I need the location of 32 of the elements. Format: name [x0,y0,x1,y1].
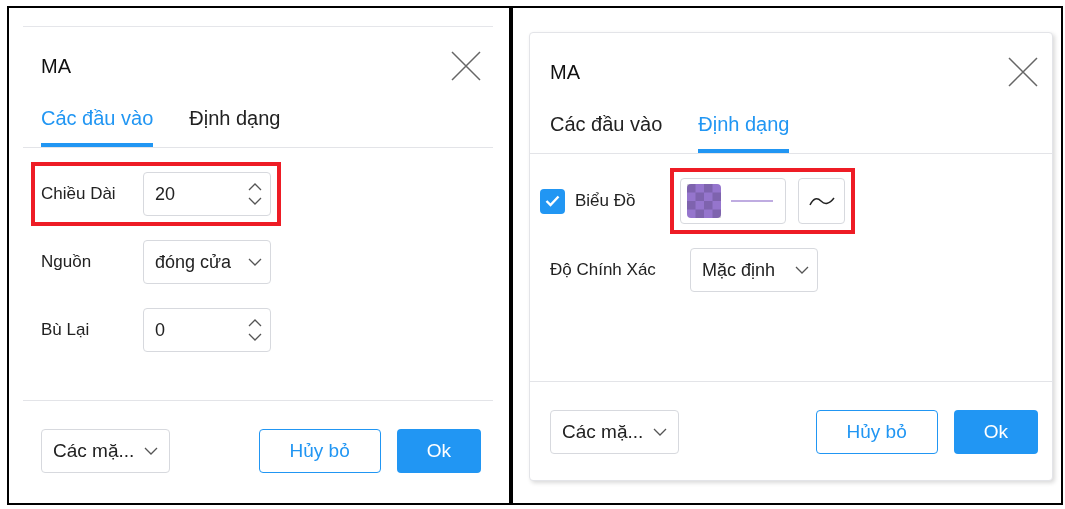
chevron-down-icon[interactable] [248,333,262,341]
chevron-down-icon[interactable] [248,258,262,266]
number-input[interactable]: 0 [143,308,271,352]
tab[interactable]: Định dạng [189,103,281,147]
close-icon[interactable] [451,51,481,81]
field-label: Độ Chính Xác [550,259,657,282]
checkbox[interactable] [540,188,565,214]
wave-icon [808,195,835,207]
dialog-title: MA [41,54,71,79]
chevron-down-icon[interactable] [653,428,668,436]
field-label: Nguồn [41,251,93,274]
color-picker-button[interactable] [680,178,786,224]
defaults-dropdown[interactable]: Các mặ... [550,410,680,454]
dialog-title: MA [550,60,580,85]
line-style-button[interactable] [798,178,845,224]
select-dropdown[interactable]: Mặc định [690,248,818,292]
tab[interactable]: Các đầu vào [550,109,663,153]
field-label: Chiều Dài [41,183,117,206]
select-dropdown[interactable]: đóng cửa [143,240,271,284]
chevron-up-icon[interactable] [248,183,262,191]
chevron-down-icon[interactable] [248,197,262,205]
close-icon[interactable] [1008,57,1038,87]
color-swatch [687,184,721,218]
line-sample-icon [731,200,773,202]
defaults-dropdown[interactable]: Các mặ... [41,429,171,473]
field-label: Bù Lại [41,319,91,342]
chevron-up-icon[interactable] [248,319,262,327]
check-icon [545,195,560,207]
number-input[interactable]: 20 [143,172,271,216]
chevron-down-icon[interactable] [144,447,159,455]
field-label: Biểu Đồ [575,190,636,213]
chevron-down-icon[interactable] [795,266,809,274]
